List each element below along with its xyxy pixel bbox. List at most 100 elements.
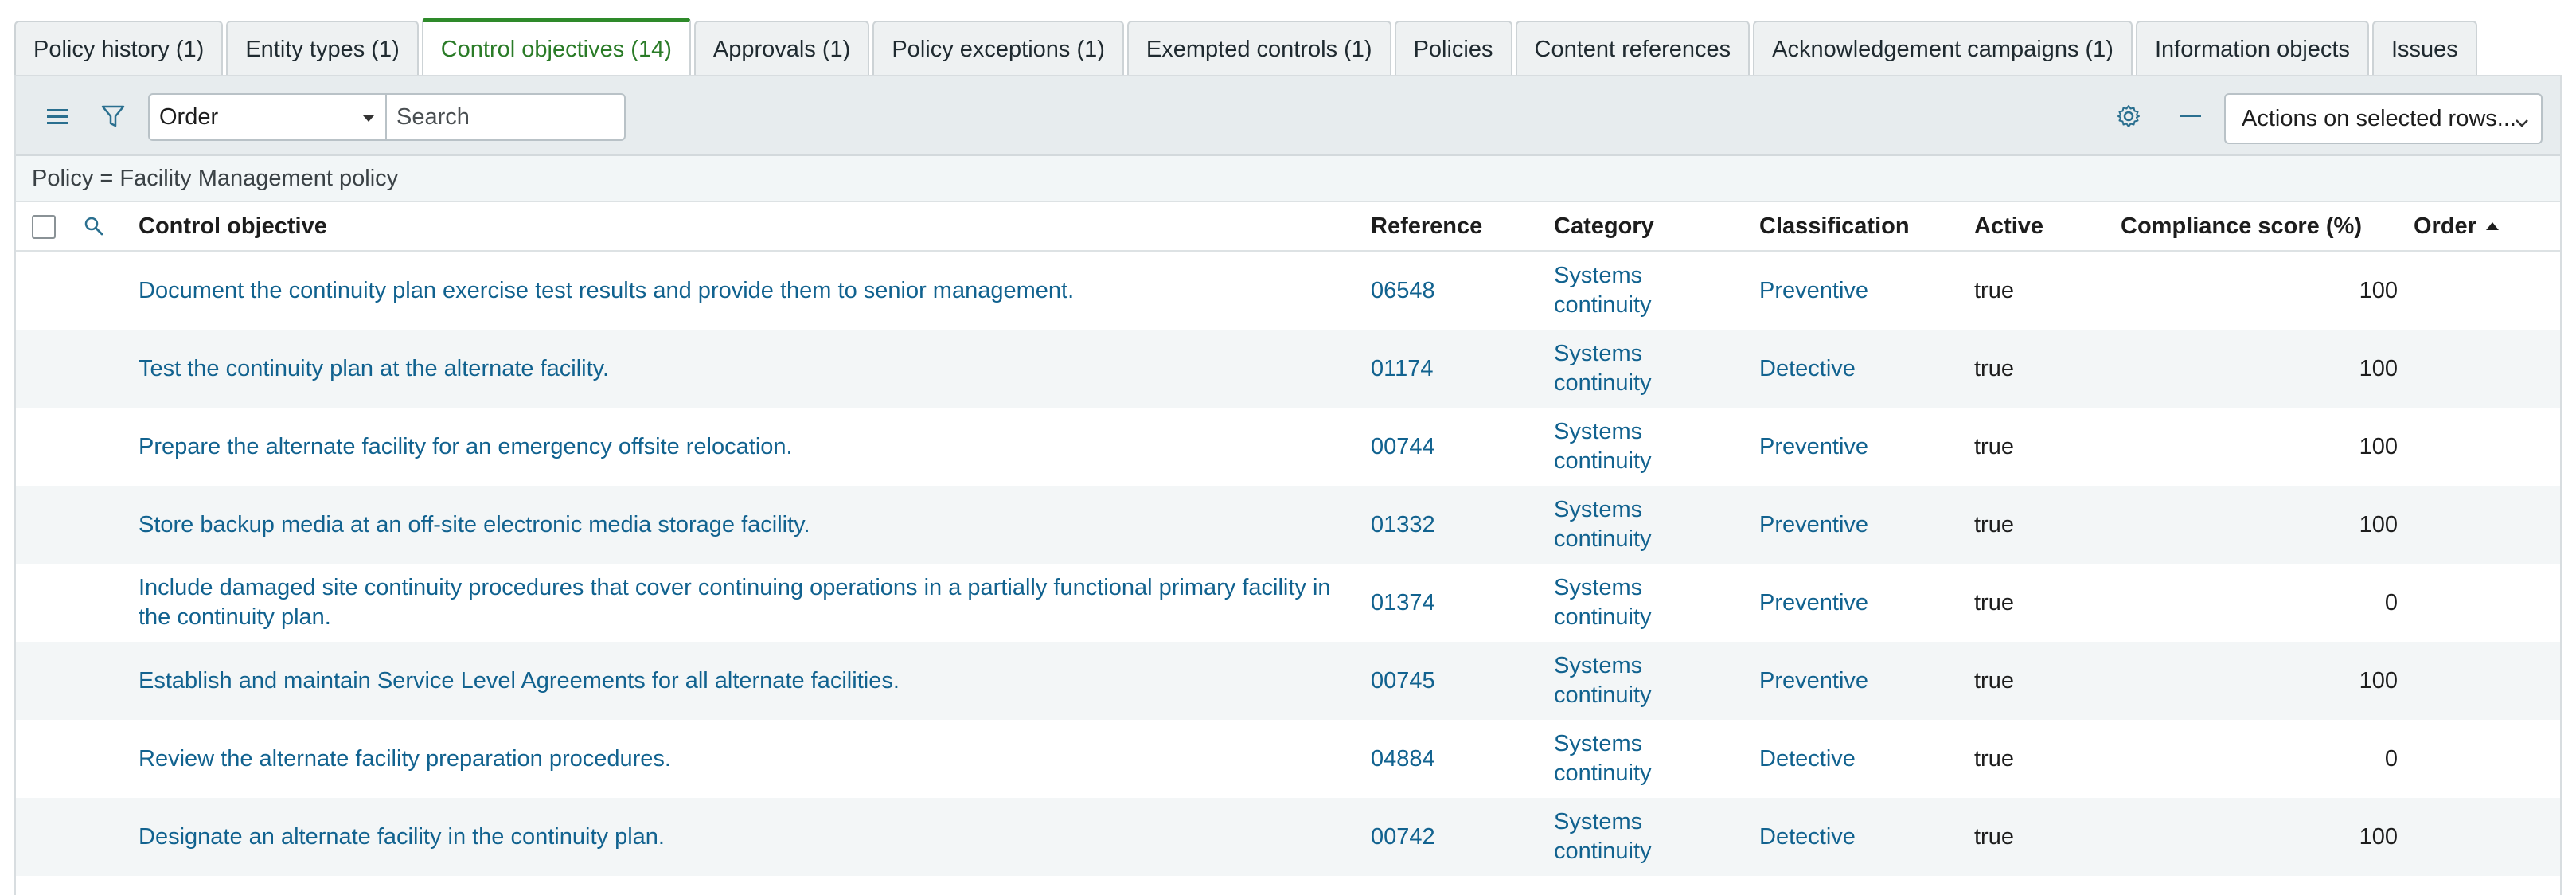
- cell-reference-text: 00745: [1371, 667, 1435, 694]
- tab-policy-exceptions[interactable]: Policy exceptions (1): [872, 21, 1124, 76]
- cell-compliance-score: 100: [2121, 252, 2398, 330]
- cell-category[interactable]: Systems continuity: [1554, 720, 1713, 798]
- cell-control-objective-text: Test the continuity plan at the alternat…: [139, 355, 610, 381]
- cell-reference[interactable]: 00745: [1371, 642, 1530, 720]
- cell-category[interactable]: Systems continuity: [1554, 798, 1713, 876]
- cell-control-objective[interactable]: Review the alternate facility preparatio…: [139, 720, 1348, 798]
- cell-category-text: Systems continuity: [1554, 419, 1652, 474]
- cell-active-text: true: [1974, 589, 2014, 616]
- tab-content-references[interactable]: Content references: [1515, 21, 1751, 76]
- hamburger-menu-icon[interactable]: [41, 100, 73, 132]
- collapse-minus-icon[interactable]: [2175, 100, 2207, 132]
- column-header-order[interactable]: Order: [2414, 202, 2499, 250]
- cell-reference[interactable]: 06548: [1371, 252, 1530, 330]
- select-all-checkbox[interactable]: [32, 215, 56, 239]
- cell-reference-text: 01332: [1371, 511, 1435, 537]
- table-row[interactable]: Prepare the alternate facility for an em…: [16, 408, 2560, 486]
- tab-approvals[interactable]: Approvals (1): [693, 21, 870, 76]
- cell-reference-text: 04884: [1371, 745, 1435, 772]
- gear-icon[interactable]: [2113, 100, 2145, 132]
- cell-compliance-score-text: 100: [2359, 433, 2398, 459]
- cell-active: true: [1974, 642, 2102, 720]
- cell-classification[interactable]: Detective: [1759, 798, 1950, 876]
- tab-control-objectives[interactable]: Control objectives (14): [421, 18, 691, 76]
- search-icon[interactable]: [78, 210, 110, 242]
- cell-reference[interactable]: 01374: [1371, 564, 1530, 642]
- filter-breadcrumb[interactable]: Policy = Facility Management policy: [16, 156, 2560, 202]
- cell-control-objective[interactable]: Establish and maintain Service Level Agr…: [139, 642, 1348, 720]
- cell-reference[interactable]: 01174: [1371, 330, 1530, 408]
- sort-ascending-icon: [2485, 222, 2499, 230]
- cell-classification[interactable]: Detective: [1759, 720, 1950, 798]
- cell-active-text: true: [1974, 511, 2014, 537]
- table-row[interactable]: Test the continuity plan at the alternat…: [16, 330, 2560, 408]
- cell-classification-text: Detective: [1759, 745, 1856, 772]
- cell-category-text: Systems continuity: [1554, 575, 1652, 630]
- cell-active: true: [1974, 486, 2102, 564]
- cell-control-objective-text: Designate an alternate facility in the c…: [139, 823, 665, 850]
- cell-control-objective[interactable]: Document the continuity plan exercise te…: [139, 252, 1348, 330]
- cell-active-text: true: [1974, 823, 2014, 850]
- tab-policies[interactable]: Policies: [1394, 21, 1512, 76]
- cell-category[interactable]: Systems continuity: [1554, 252, 1713, 330]
- table-row[interactable]: Establish and maintain Service Level Agr…: [16, 642, 2560, 720]
- column-header-active[interactable]: Active: [1974, 202, 2043, 250]
- cell-compliance-score-text: 0: [2384, 589, 2398, 616]
- cell-classification[interactable]: Preventive: [1759, 564, 1950, 642]
- column-header-order-label: Order: [2414, 213, 2476, 239]
- cell-category-text: Systems continuity: [1554, 653, 1652, 708]
- cell-category[interactable]: Systems continuity: [1554, 564, 1713, 642]
- cell-reference[interactable]: 01332: [1371, 486, 1530, 564]
- column-header-compliance-score[interactable]: Compliance score (%): [2121, 202, 2362, 250]
- cell-order: [2414, 252, 2549, 330]
- table-row[interactable]: Include damaged site continuity procedur…: [16, 564, 2560, 642]
- tab-exempted-controls[interactable]: Exempted controls (1): [1126, 21, 1391, 76]
- cell-compliance-score-text: 100: [2359, 667, 2398, 694]
- tab-information-objects[interactable]: Information objects: [2135, 21, 2369, 76]
- cell-control-objective-text: Prepare the alternate facility for an em…: [139, 433, 793, 459]
- search-field-select[interactable]: Order: [148, 93, 387, 141]
- cell-classification[interactable]: Preventive: [1759, 252, 1950, 330]
- cell-control-objective[interactable]: Store backup media at an off-site electr…: [139, 486, 1348, 564]
- cell-active: true: [1974, 252, 2102, 330]
- cell-reference[interactable]: 04884: [1371, 720, 1530, 798]
- cell-control-objective[interactable]: Include damaged site continuity procedur…: [139, 564, 1348, 642]
- search-input[interactable]: [385, 93, 626, 141]
- column-header-reference[interactable]: Reference: [1371, 202, 1482, 250]
- cell-classification-text: Preventive: [1759, 667, 1869, 694]
- cell-reference-text: 01174: [1371, 355, 1434, 381]
- cell-reference[interactable]: 00742: [1371, 798, 1530, 876]
- cell-control-objective[interactable]: Test the continuity plan at the alternat…: [139, 330, 1348, 408]
- column-header-control-objective[interactable]: Control objective: [139, 202, 327, 250]
- table-row[interactable]: Document the continuity plan exercise te…: [16, 252, 2560, 330]
- cell-category[interactable]: Systems continuity: [1554, 408, 1713, 486]
- column-header-classification[interactable]: Classification: [1759, 202, 1910, 250]
- cell-classification-text: Detective: [1759, 355, 1856, 381]
- cell-category[interactable]: Systems continuity: [1554, 486, 1713, 564]
- tab-issues[interactable]: Issues: [2371, 21, 2477, 76]
- table-row[interactable]: Review the alternate facility preparatio…: [16, 720, 2560, 798]
- cell-control-objective[interactable]: Designate an alternate facility in the c…: [139, 798, 1348, 876]
- cell-compliance-score-text: 0: [2384, 745, 2398, 772]
- actions-select-label: Actions on selected rows...: [2242, 105, 2516, 131]
- table-row[interactable]: Designate an alternate facility in the c…: [16, 798, 2560, 876]
- cell-classification[interactable]: Preventive: [1759, 486, 1950, 564]
- cell-category-text: Systems continuity: [1554, 809, 1652, 864]
- actions-on-selected-rows-select[interactable]: Actions on selected rows...: [2224, 93, 2543, 144]
- cell-category[interactable]: Systems continuity: [1554, 642, 1713, 720]
- cell-classification[interactable]: Preventive: [1759, 408, 1950, 486]
- tab-entity-types[interactable]: Entity types (1): [226, 21, 419, 76]
- cell-reference[interactable]: 00744: [1371, 408, 1530, 486]
- column-header-category[interactable]: Category: [1554, 202, 1654, 250]
- cell-category[interactable]: Systems continuity: [1554, 330, 1713, 408]
- cell-control-objective-text: Store backup media at an off-site electr…: [139, 511, 810, 537]
- cell-control-objective[interactable]: Prepare the alternate facility for an em…: [139, 408, 1348, 486]
- cell-order: [2414, 720, 2549, 798]
- cell-classification[interactable]: Detective: [1759, 330, 1950, 408]
- cell-classification[interactable]: Preventive: [1759, 642, 1950, 720]
- tab-acknowledgement-campaigns[interactable]: Acknowledgement campaigns (1): [1753, 21, 2133, 76]
- cell-active: true: [1974, 798, 2102, 876]
- tab-policy-history[interactable]: Policy history (1): [14, 21, 224, 76]
- filter-icon[interactable]: [97, 100, 129, 132]
- table-row[interactable]: Store backup media at an off-site electr…: [16, 486, 2560, 564]
